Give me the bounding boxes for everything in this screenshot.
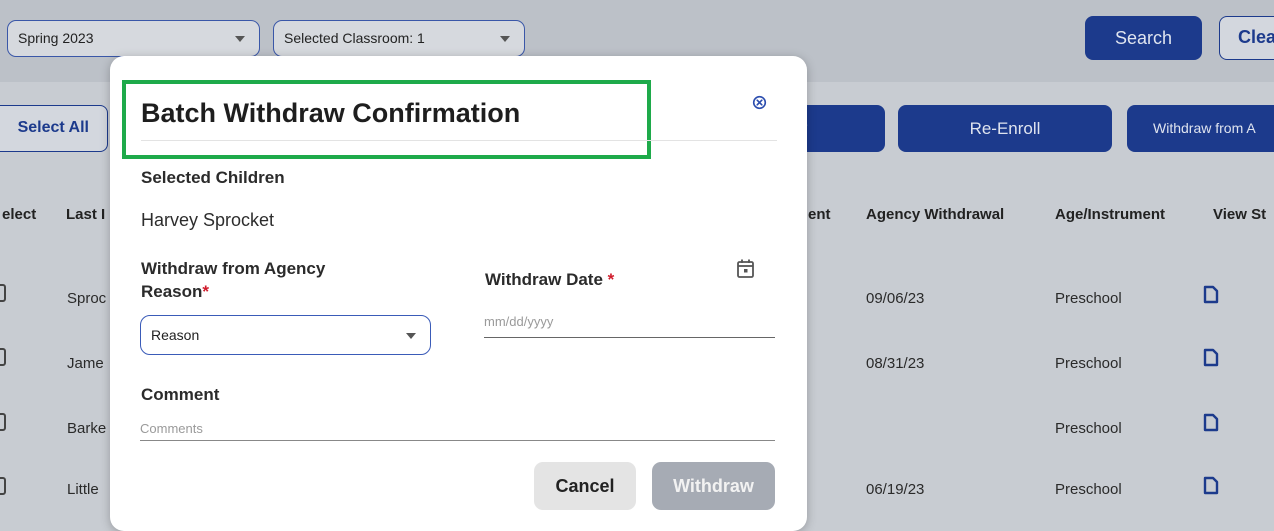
term-select[interactable]: Spring 2023 (7, 20, 260, 57)
cell-agency-withdrawal: 06/19/23 (866, 481, 925, 498)
comment-label: Comment (141, 385, 220, 404)
cell-last-name: Sproc (67, 290, 107, 307)
selected-children-value: Harvey Sprocket (141, 210, 275, 230)
row-checkbox[interactable] (0, 284, 6, 302)
reason-label-line2: Reason (141, 282, 203, 301)
withdraw-button[interactable]: Withdraw (652, 462, 775, 510)
cell-agency-withdrawal: 08/31/23 (866, 355, 925, 372)
document-icon[interactable] (1203, 413, 1219, 432)
chevron-down-icon (500, 36, 510, 42)
row-checkbox[interactable] (0, 477, 6, 495)
chevron-down-icon (406, 333, 416, 339)
modal-title: Batch Withdraw Confirmation (141, 98, 521, 128)
cell-agency-withdrawal: 09/06/23 (866, 290, 925, 307)
required-marker: * (202, 282, 210, 301)
close-icon[interactable] (752, 95, 767, 110)
header-select: elect (2, 206, 37, 223)
comment-input[interactable]: Comments (140, 421, 775, 441)
withdraw-date-label: Withdraw Date * (485, 270, 614, 290)
document-icon[interactable] (1203, 285, 1219, 304)
cell-last-name: Jame (67, 355, 104, 372)
cell-age-instrument: Preschool (1055, 355, 1122, 372)
cell-last-name: Little (67, 481, 99, 498)
header-age-instrument[interactable]: Age/Instrument (1055, 206, 1165, 223)
cell-last-name: Barke (67, 420, 107, 437)
selected-children-label: Selected Children (141, 168, 285, 187)
term-select-value: Spring 2023 (18, 30, 94, 46)
chevron-down-icon (235, 36, 245, 42)
classroom-select-value: Selected Classroom: 1 (284, 30, 425, 46)
header-view-status: View St (1213, 206, 1267, 223)
required-marker: * (607, 270, 615, 289)
classroom-select[interactable]: Selected Classroom: 1 (273, 20, 525, 57)
search-button[interactable]: Search (1085, 16, 1202, 60)
reason-select-value: Reason (151, 327, 200, 343)
cell-age-instrument: Preschool (1055, 420, 1122, 437)
comment-placeholder: Comments (140, 421, 203, 436)
withdraw-from-agency-button[interactable]: Withdraw from A (1127, 105, 1274, 152)
cell-age-instrument: Preschool (1055, 481, 1122, 498)
calendar-icon[interactable] (736, 258, 755, 279)
reason-label-line1: Withdraw from Agency (141, 259, 326, 278)
clear-button[interactable]: Clea (1219, 16, 1274, 60)
header-enrollment[interactable]: ent (808, 206, 831, 223)
withdraw-date-label-text: Withdraw Date (485, 270, 603, 289)
row-checkbox[interactable] (0, 413, 6, 431)
cancel-button[interactable]: Cancel (534, 462, 636, 510)
header-agency-withdrawal[interactable]: Agency Withdrawal (866, 206, 1004, 223)
header-last-name[interactable]: Last I (66, 206, 105, 223)
reason-label: Reason* (141, 282, 209, 302)
withdraw-date-input[interactable]: mm/dd/yyyy (484, 314, 775, 338)
reason-select[interactable]: Reason (140, 315, 431, 355)
document-icon[interactable] (1203, 476, 1219, 495)
title-divider (141, 140, 777, 141)
cell-age-instrument: Preschool (1055, 290, 1122, 307)
re-enroll-button[interactable]: Re-Enroll (898, 105, 1112, 152)
row-checkbox[interactable] (0, 348, 6, 366)
document-icon[interactable] (1203, 348, 1219, 367)
withdraw-date-placeholder: mm/dd/yyyy (484, 314, 554, 329)
select-all-button[interactable]: Select All (0, 105, 108, 152)
